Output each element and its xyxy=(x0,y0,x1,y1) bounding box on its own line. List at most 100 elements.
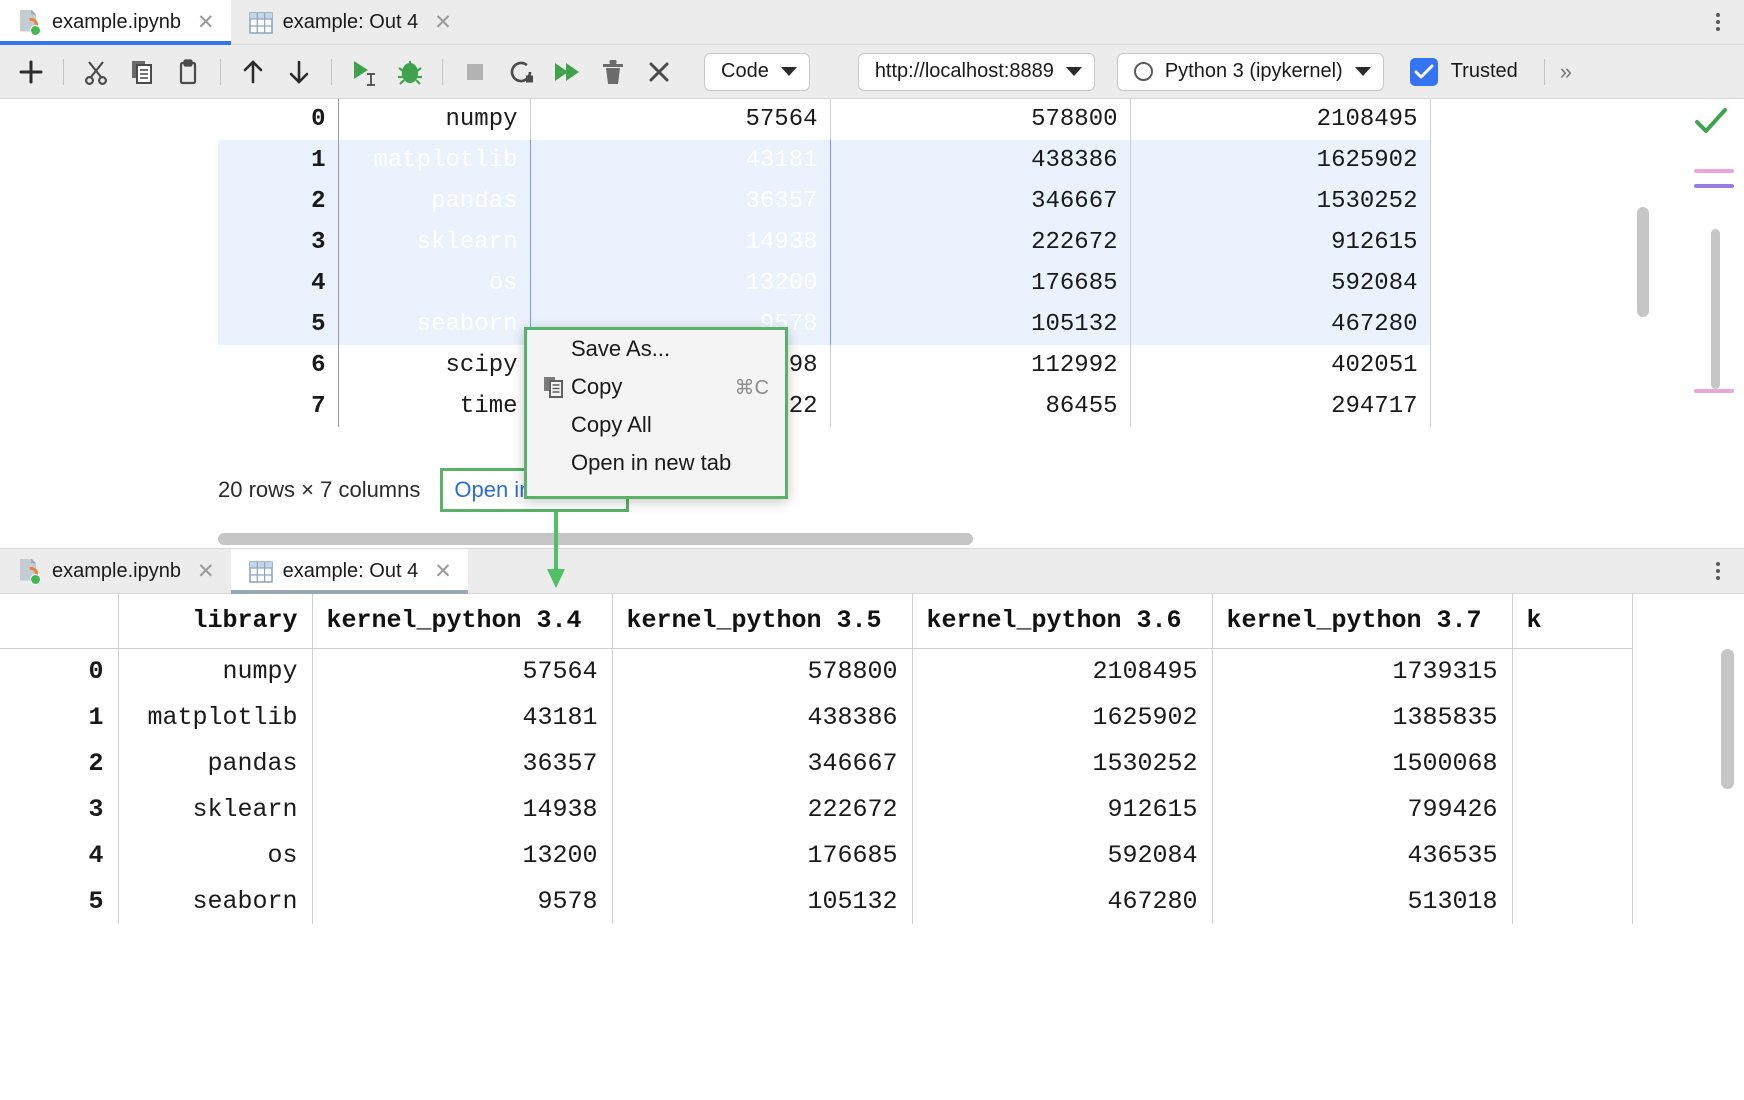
interrupt-kernel-icon[interactable] xyxy=(452,50,498,94)
delete-cell-icon[interactable] xyxy=(590,50,636,94)
table-cell[interactable]: 912615 xyxy=(1130,222,1430,263)
table-cell[interactable]: os xyxy=(338,263,530,304)
table-cell[interactable]: 1530252 xyxy=(1130,181,1430,222)
jupyter-server-dropdown[interactable]: http://localhost:8889 xyxy=(858,53,1095,91)
run-all-icon[interactable] xyxy=(544,50,590,94)
table-cell[interactable]: numpy xyxy=(118,648,312,694)
table-cell[interactable]: 2 xyxy=(0,740,118,786)
table-cell[interactable]: 3 xyxy=(0,786,118,832)
context-menu-item-copy[interactable]: Copy ⌘C xyxy=(527,368,785,406)
table-cell[interactable]: 0 xyxy=(218,99,338,140)
table-row[interactable]: 0numpy5756457880021084951739315 xyxy=(0,648,1632,694)
table-cell[interactable]: 13200 xyxy=(530,263,830,304)
add-cell-icon[interactable] xyxy=(8,50,54,94)
context-menu-item-copy-all[interactable]: Copy All xyxy=(527,406,785,444)
data-table-container[interactable]: librarykernel_python 3.4kernel_python 3.… xyxy=(0,594,1744,989)
table-cell[interactable]: 57564 xyxy=(530,99,830,140)
column-header[interactable]: k xyxy=(1512,594,1632,648)
table-cell[interactable]: 43181 xyxy=(530,140,830,181)
table-cell[interactable]: 105132 xyxy=(612,878,912,924)
table-cell[interactable]: 1625902 xyxy=(1130,140,1430,181)
tab-options-kebab-icon[interactable] xyxy=(1706,10,1730,34)
table-row[interactable]: 1matplotlib431814383861625902 xyxy=(218,140,1430,181)
move-cell-down-icon[interactable] xyxy=(276,50,322,94)
column-header[interactable] xyxy=(0,594,118,648)
table-cell[interactable]: 13200 xyxy=(312,832,612,878)
table-cell[interactable]: time xyxy=(338,386,530,427)
tab-close-icon[interactable]: ✕ xyxy=(197,561,215,582)
table-cell[interactable]: pandas xyxy=(338,181,530,222)
paste-icon[interactable] xyxy=(165,50,211,94)
table-row[interactable]: 5seaborn9578105132467280513018 xyxy=(0,878,1632,924)
table-cell[interactable]: sklearn xyxy=(118,786,312,832)
table-row[interactable]: 6scipy9098112992402051 xyxy=(218,345,1430,386)
tab-close-icon[interactable]: ✕ xyxy=(197,12,215,33)
table-cell[interactable]: 4 xyxy=(0,832,118,878)
table-cell[interactable]: 1739315 xyxy=(1212,648,1512,694)
output-dataframe-grid[interactable]: 0numpy5756457880021084951matplotlib43181… xyxy=(218,99,1458,429)
table-cell[interactable]: 436535 xyxy=(1212,832,1512,878)
table-cell[interactable] xyxy=(1512,832,1632,878)
column-header[interactable]: kernel_python 3.7 xyxy=(1212,594,1512,648)
trusted-checkbox[interactable]: Trusted xyxy=(1410,58,1518,86)
table-cell[interactable] xyxy=(1512,878,1632,924)
table-cell[interactable]: os xyxy=(118,832,312,878)
table-cell[interactable]: seaborn xyxy=(338,304,530,345)
gutter-marker[interactable] xyxy=(1694,389,1734,393)
table-cell[interactable]: 43181 xyxy=(312,694,612,740)
table-cell[interactable]: 14938 xyxy=(530,222,830,263)
column-header[interactable]: kernel_python 3.5 xyxy=(612,594,912,648)
table-cell[interactable]: 36357 xyxy=(312,740,612,786)
table-cell[interactable]: 592084 xyxy=(912,832,1212,878)
kernel-dropdown[interactable]: Python 3 (ipykernel) xyxy=(1117,53,1384,91)
table-cell[interactable]: 5 xyxy=(0,878,118,924)
table-cell[interactable]: 799426 xyxy=(1212,786,1512,832)
inspection-ok-icon[interactable] xyxy=(1694,107,1728,135)
table-cell[interactable]: 2 xyxy=(218,181,338,222)
table-row[interactable]: 5seaborn9578105132467280 xyxy=(218,304,1430,345)
move-cell-up-icon[interactable] xyxy=(230,50,276,94)
table-cell[interactable]: 438386 xyxy=(830,140,1130,181)
tab-close-icon[interactable]: ✕ xyxy=(434,561,452,582)
output-horizontal-scrollbar[interactable] xyxy=(218,533,1458,545)
table-cell[interactable]: 105132 xyxy=(830,304,1130,345)
table-row[interactable]: 1matplotlib4318143838616259021385835 xyxy=(0,694,1632,740)
table-row[interactable]: 2pandas363573466671530252 xyxy=(218,181,1430,222)
table-cell[interactable]: 578800 xyxy=(830,99,1130,140)
table-cell[interactable]: 9578 xyxy=(312,878,612,924)
tab-example-out-4[interactable]: example: Out 4 ✕ xyxy=(231,549,468,594)
table-cell[interactable] xyxy=(1512,694,1632,740)
column-header[interactable]: kernel_python 3.4 xyxy=(312,594,612,648)
table-cell[interactable]: 2108495 xyxy=(912,648,1212,694)
table-cell[interactable]: 438386 xyxy=(612,694,912,740)
table-cell[interactable]: 222672 xyxy=(612,786,912,832)
table-cell[interactable]: 346667 xyxy=(612,740,912,786)
table-cell[interactable]: 176685 xyxy=(612,832,912,878)
table-cell[interactable]: 3 xyxy=(218,222,338,263)
table-cell[interactable]: 57564 xyxy=(312,648,612,694)
table-cell[interactable]: 578800 xyxy=(612,648,912,694)
table-cell[interactable]: sklearn xyxy=(338,222,530,263)
table-cell[interactable]: 592084 xyxy=(1130,263,1430,304)
table-cell[interactable]: 14938 xyxy=(312,786,612,832)
output-vertical-scrollbar[interactable] xyxy=(1637,207,1649,317)
gutter-marker[interactable] xyxy=(1694,184,1734,188)
table-cell[interactable]: 6 xyxy=(218,345,338,386)
table-vertical-scrollbar[interactable] xyxy=(1721,649,1734,789)
table-cell[interactable]: scipy xyxy=(338,345,530,386)
table-cell[interactable]: 86455 xyxy=(830,386,1130,427)
cell-type-dropdown[interactable]: Code xyxy=(704,53,810,91)
table-cell[interactable]: 222672 xyxy=(830,222,1130,263)
table-row[interactable]: 0numpy575645788002108495 xyxy=(218,99,1430,140)
gutter-marker[interactable] xyxy=(1694,169,1734,173)
table-cell[interactable]: 402051 xyxy=(1130,345,1430,386)
table-cell[interactable]: 2108495 xyxy=(1130,99,1430,140)
run-cell-icon[interactable] xyxy=(341,50,387,94)
table-cell[interactable]: 4 xyxy=(218,263,338,304)
table-cell[interactable]: 1625902 xyxy=(912,694,1212,740)
column-header[interactable]: library xyxy=(118,594,312,648)
table-cell[interactable]: pandas xyxy=(118,740,312,786)
table-row[interactable]: 7time872286455294717 xyxy=(218,386,1430,427)
cut-icon[interactable] xyxy=(73,50,119,94)
table-cell[interactable]: 294717 xyxy=(1130,386,1430,427)
